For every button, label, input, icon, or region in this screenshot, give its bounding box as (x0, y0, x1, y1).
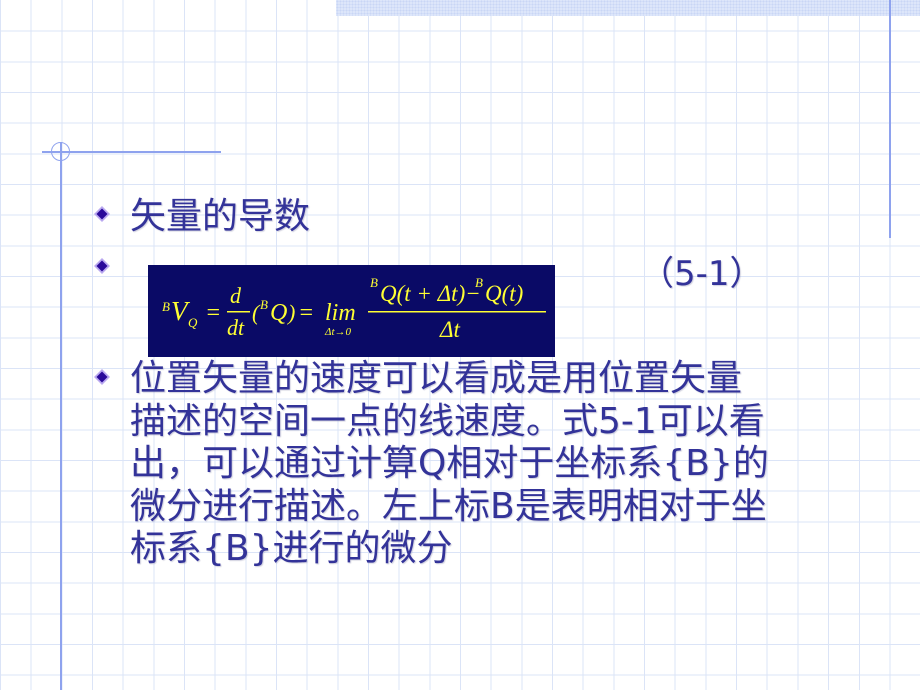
corner-circle-ornament (51, 142, 70, 161)
formula-eq1: = (205, 300, 221, 326)
formula-num-sup1: B (370, 275, 378, 290)
formula-lim: lim (325, 300, 356, 326)
formula-lim-sub: Δt→0 (324, 326, 352, 338)
paragraph-line: 描述的空间一点的线速度。式5-1可以看 (130, 400, 765, 442)
paragraph-line: 出，可以通过计算Q相对于坐标系{B}的 (130, 443, 769, 484)
formula-dt: dt (227, 315, 245, 340)
equation-number: （5-1） (640, 254, 764, 294)
body-paragraph: 位置矢量的速度可以看成是用位置矢量 描述的空间一点的线速度。式5-1可以看 出，… (130, 358, 870, 571)
corner-vertical-rule (60, 142, 62, 690)
formula-frac-bar-2 (368, 311, 546, 313)
right-vertical-rule (889, 0, 891, 238)
diamond-bullet-icon (94, 258, 110, 274)
formula-frac-bar-1 (227, 311, 250, 313)
paragraph-line: 位置矢量的速度可以看成是用位置矢量 (130, 358, 743, 399)
formula-q-sup: B (260, 297, 268, 312)
formula-q-main: Q (270, 300, 287, 326)
formula-paren-close: ) (286, 300, 295, 325)
formula-image: B V Q = d dt ( B Q ) = lim Δt→0 B Q(t + … (148, 265, 555, 357)
paragraph-line: 微分进行描述。左上标B是表明相对于坐 (130, 485, 767, 527)
formula-num-part1: Q(t + Δt)− (380, 281, 481, 306)
formula-lhs-sup: B (162, 299, 170, 314)
paragraph-line: 标系{B}进行的微分 (130, 528, 453, 569)
slide-heading: 矢量的导数 (130, 196, 311, 237)
formula-num-part2: Q(t) (485, 281, 523, 306)
formula-lhs-sub: Q (188, 315, 198, 330)
diamond-bullet-icon (94, 369, 110, 385)
formula-eq2: = (298, 300, 314, 326)
formula-den: Δt (439, 317, 460, 342)
formula-equation: B V Q = d dt ( B Q ) = lim Δt→0 B Q(t + … (162, 275, 546, 342)
diamond-bullet-icon (94, 206, 110, 222)
formula-num-sup2: B (475, 275, 483, 290)
formula-d: d (230, 283, 242, 308)
top-decorative-band (336, 0, 920, 16)
